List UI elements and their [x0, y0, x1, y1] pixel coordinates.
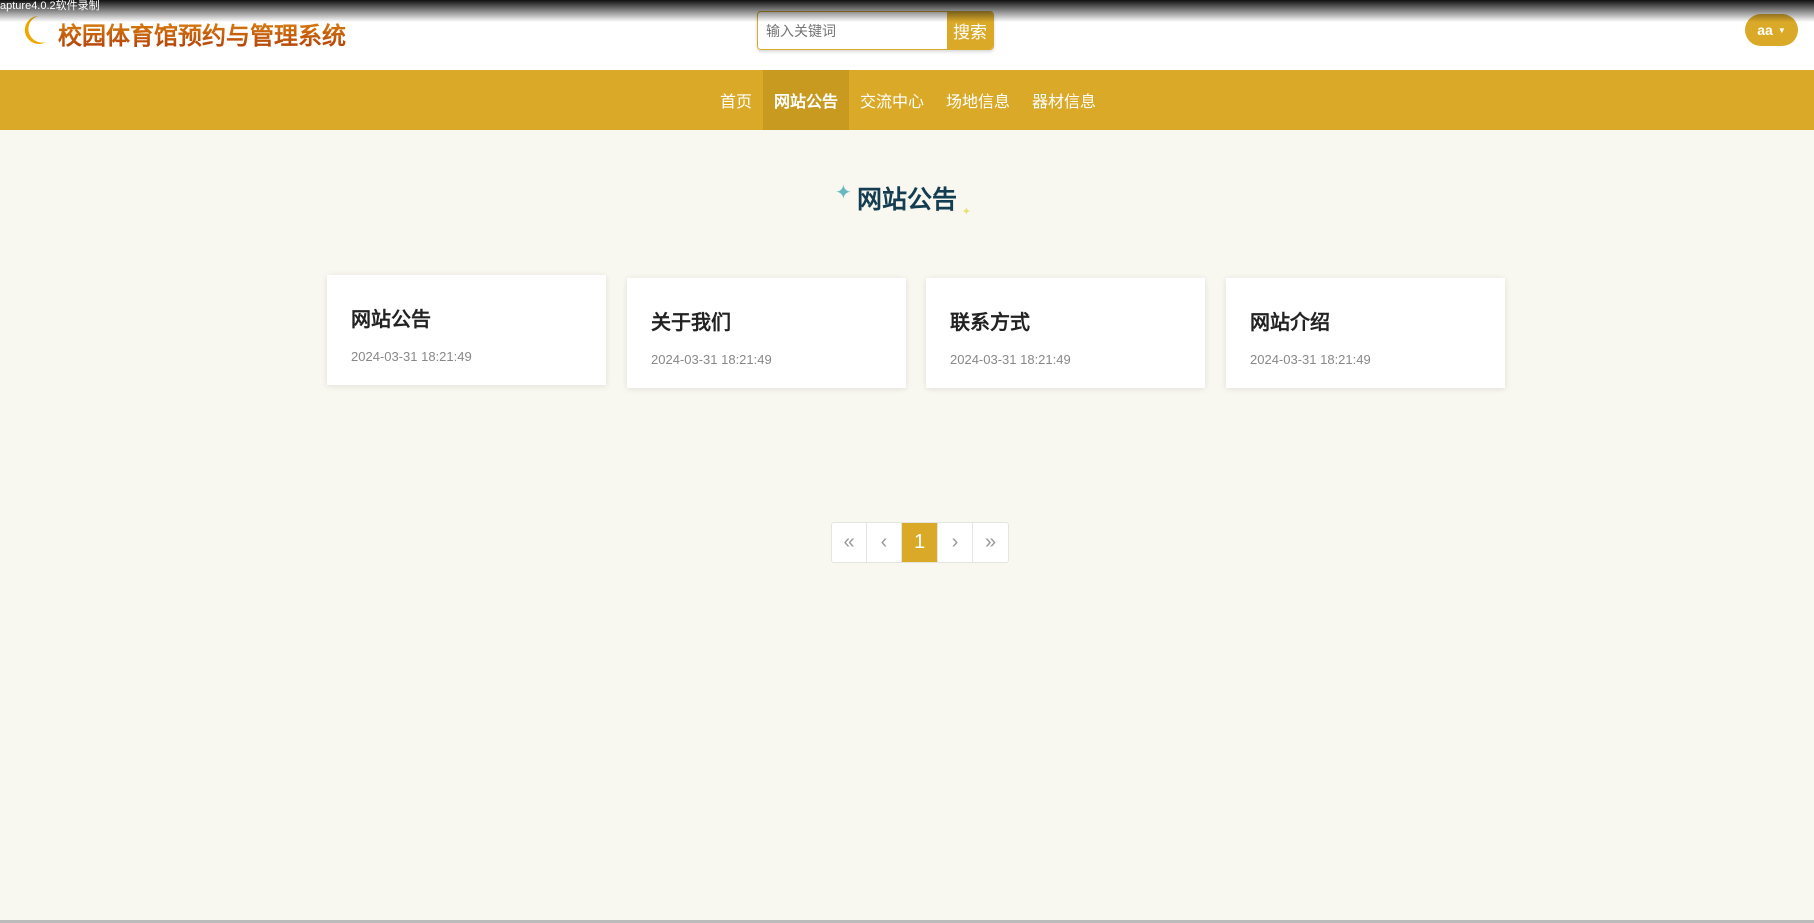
pagination: « ‹ 1 › »	[831, 522, 1009, 563]
announcement-card[interactable]: 网站公告 2024-03-31 18:21:49	[327, 275, 606, 385]
announcement-card[interactable]: 网站介绍 2024-03-31 18:21:49	[1226, 278, 1505, 388]
card-date: 2024-03-31 18:21:49	[1250, 352, 1371, 367]
next-page-button[interactable]: ›	[938, 523, 973, 562]
card-date: 2024-03-31 18:21:49	[351, 349, 472, 364]
nav-announcements[interactable]: 网站公告	[762, 70, 849, 130]
first-page-button[interactable]: «	[832, 523, 867, 562]
nav-forum[interactable]: 交流中心	[849, 70, 935, 130]
section-header: ✦ 网站公告 ✦	[0, 180, 1814, 218]
announcement-card[interactable]: 关于我们 2024-03-31 18:21:49	[627, 278, 906, 388]
username: aa	[1757, 22, 1773, 38]
star-icon: ✦	[834, 182, 852, 204]
nav-venues[interactable]: 场地信息	[935, 70, 1021, 130]
star-icon: ✦	[961, 206, 971, 218]
last-page-button[interactable]: »	[973, 523, 1008, 562]
main-nav: 首页 网站公告 交流中心 场地信息 器材信息	[0, 70, 1814, 130]
nav-home[interactable]: 首页	[709, 70, 763, 130]
current-page[interactable]: 1	[902, 523, 938, 562]
card-title: 联系方式	[950, 312, 1030, 334]
card-date: 2024-03-31 18:21:49	[950, 352, 1071, 367]
nav-equipment[interactable]: 器材信息	[1021, 70, 1107, 130]
announcement-card[interactable]: 联系方式 2024-03-31 18:21:49	[926, 278, 1205, 388]
card-title: 网站介绍	[1250, 312, 1330, 334]
section-title: 网站公告	[856, 186, 957, 214]
card-title: 关于我们	[651, 312, 731, 334]
card-title: 网站公告	[351, 309, 431, 331]
recorder-watermark: apture4.0.2软件录制	[0, 0, 1814, 22]
prev-page-button[interactable]: ‹	[867, 523, 902, 562]
caret-down-icon: ▼	[1777, 25, 1786, 35]
card-date: 2024-03-31 18:21:49	[651, 352, 772, 367]
